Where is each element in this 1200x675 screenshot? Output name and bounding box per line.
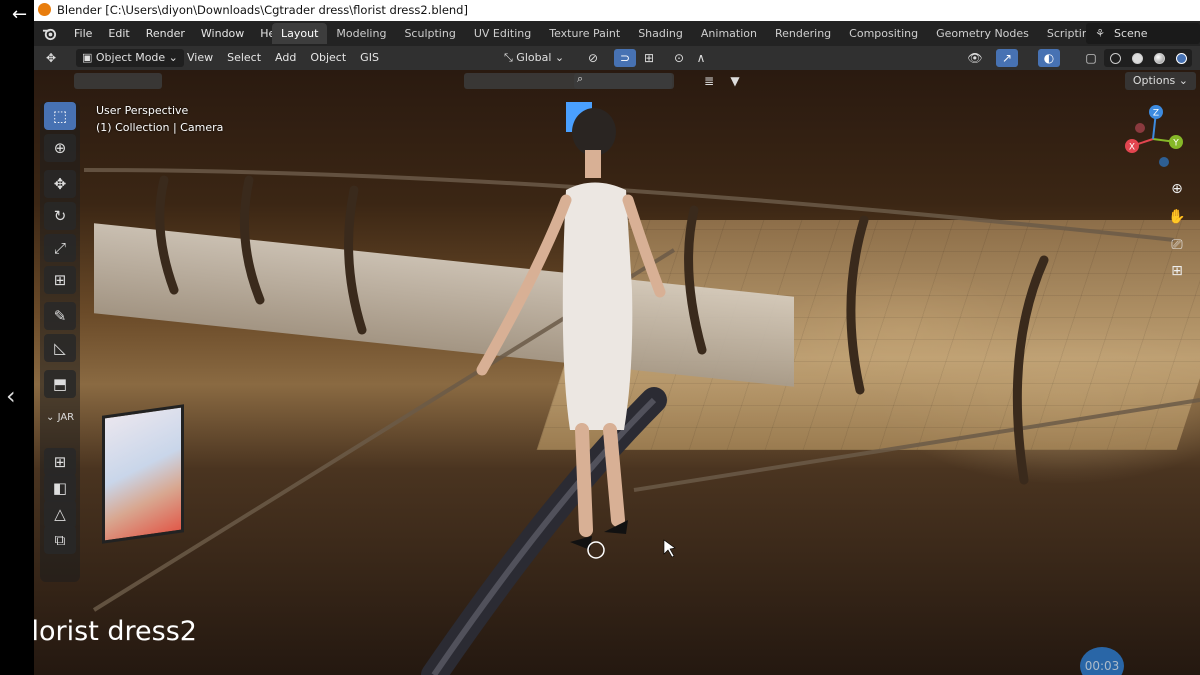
scene-selector[interactable]: ⚘ Scene	[1086, 23, 1200, 44]
scene-geometry	[83, 108, 1200, 675]
tab-uv-editing[interactable]: UV Editing	[465, 23, 540, 44]
header-menus: View Select Add Object GIS	[180, 46, 386, 70]
material-shading-icon[interactable]	[1153, 52, 1165, 64]
transform-orientation-dropdown[interactable]: ⤡ Global ⌄	[504, 49, 564, 67]
grid-toggle-icon[interactable]: ⊞	[1166, 260, 1188, 282]
handrail	[421, 387, 667, 675]
proportional-edit-icon[interactable]: ⊙	[668, 49, 690, 67]
scene-icon: ⚘	[1095, 27, 1105, 40]
solid-shading-icon[interactable]	[1131, 52, 1143, 64]
add-cube-icon[interactable]: ⬒	[44, 370, 76, 398]
menu-render[interactable]: Render	[138, 27, 193, 40]
split-icon[interactable]: ◧	[44, 474, 76, 502]
triangle-icon[interactable]: △	[44, 500, 76, 528]
tab-texture-paint[interactable]: Texture Paint	[540, 23, 629, 44]
rotate-icon[interactable]: ↻	[44, 202, 76, 230]
window-titlebar: Blender [C:\Users\diyon\Downloads\Cgtrad…	[34, 0, 1200, 21]
search-input[interactable]: ⌕	[574, 72, 674, 89]
menu-gis[interactable]: GIS	[353, 46, 386, 70]
falloff-icon[interactable]: ∧	[690, 49, 712, 67]
tab-shading[interactable]: Shading	[629, 23, 692, 44]
viewport-subheader: ⌕ ≣ ▼ Options ⌄	[34, 70, 1200, 92]
tab-compositing[interactable]: Compositing	[840, 23, 927, 44]
shading-mode-group	[1104, 49, 1192, 67]
viewport-info: User Perspective (1) Collection | Camera	[96, 102, 223, 136]
toolgroup-label: JAR	[57, 412, 75, 423]
origin-marker	[587, 541, 605, 559]
search-icon: ⌕	[577, 72, 584, 85]
perspective-label: User Perspective	[96, 104, 189, 117]
tab-rendering[interactable]: Rendering	[766, 23, 840, 44]
cube-icon[interactable]: ⧉	[44, 526, 76, 554]
snap-icon[interactable]: ⊃	[614, 49, 636, 67]
collection-label: (1) Collection | Camera	[96, 121, 224, 134]
transform-icon[interactable]: ⊞	[44, 266, 76, 294]
wireframe-shading-icon[interactable]	[1109, 52, 1121, 64]
move-icon[interactable]: ✥	[44, 170, 76, 198]
scale-icon[interactable]: ⤢	[44, 234, 76, 262]
top-menu-bar: File Edit Render Window Help Layout Mode…	[34, 21, 1200, 46]
rendered-shading-icon[interactable]	[1175, 52, 1187, 64]
toolgroup-header[interactable]: ⌄ JAR	[46, 412, 74, 423]
menu-view[interactable]: View	[180, 46, 220, 70]
orientation-icon: ⤡	[504, 51, 517, 64]
object-mode-icon: ▣	[82, 51, 96, 64]
axis-z-label: Z	[1153, 109, 1159, 119]
options-dropdown[interactable]: Options ⌄	[1124, 72, 1196, 90]
window-title: Blender [C:\Users\diyon\Downloads\Cgtrad…	[57, 3, 468, 17]
video-overlay-title: florist dress2	[34, 616, 197, 647]
axis-y-label: Y	[1172, 139, 1179, 149]
menu-file[interactable]: File	[66, 27, 100, 40]
mouse-cursor-icon	[663, 539, 676, 558]
menu-object[interactable]: Object	[303, 46, 353, 70]
grid-icon[interactable]: ⊞	[44, 448, 76, 476]
measure-icon[interactable]: ◺	[44, 334, 76, 362]
annotate-icon[interactable]: ✎	[44, 302, 76, 330]
xray-toggle-icon[interactable]: ▢	[1080, 49, 1102, 67]
camera-icon[interactable]: ⎚	[1166, 234, 1188, 256]
editor-type-icon[interactable]: ✥	[40, 49, 62, 67]
snap-target-icon[interactable]: ⊞	[638, 49, 660, 67]
scene-name: Scene	[1114, 27, 1148, 40]
tab-layout[interactable]: Layout	[272, 23, 328, 44]
tab-modeling[interactable]: Modeling	[327, 23, 395, 44]
navigation-gizmo[interactable]: X Y Z	[1118, 104, 1188, 174]
screen-left-strip: ← ‹	[0, 0, 34, 675]
menu-add[interactable]: Add	[268, 46, 303, 70]
chevron-down-icon: ⌄	[551, 51, 565, 64]
orientation-label: Global	[516, 51, 552, 64]
chevron-left-icon[interactable]: ‹	[6, 384, 16, 408]
filter-icon[interactable]: ▼	[724, 72, 746, 90]
blender-logo-icon	[38, 3, 51, 16]
mode-label: Object Mode	[95, 51, 166, 64]
visibility-icon[interactable]: 👁	[964, 49, 986, 67]
workspace-tabs: Layout Modeling Sculpting UV Editing Tex…	[272, 23, 1126, 44]
tab-sculpting[interactable]: Sculpting	[395, 23, 464, 44]
pan-hand-icon[interactable]: ✋	[1166, 206, 1188, 228]
axis-x-label: X	[1129, 143, 1135, 153]
mode-dropdown[interactable]: ▣ Object Mode ⌄	[76, 49, 184, 67]
select-box-icon[interactable]: ⬚	[44, 102, 76, 130]
menu-edit[interactable]: Edit	[100, 27, 137, 40]
blender-menu-icon[interactable]	[42, 26, 57, 41]
gizmo-toggle-icon[interactable]: ↗	[996, 49, 1018, 67]
back-arrow-icon[interactable]: ←	[12, 6, 27, 24]
3d-viewport[interactable]: ⌕ ≣ ▼ Options ⌄ ⬚ ⊕ ✥ ↻ ⤢ ⊞ ✎ ◺ ⬒ ⌄ JAR …	[34, 70, 1200, 675]
main-menu: File Edit Render Window Help	[66, 21, 293, 46]
menu-window[interactable]: Window	[193, 27, 252, 40]
overlay-toggle-icon[interactable]: ◐	[1038, 49, 1060, 67]
chevron-down-icon: ⌄	[1175, 74, 1188, 87]
chevron-down-icon: ⌄	[165, 51, 178, 64]
zoom-icon[interactable]: ⊕	[1166, 178, 1188, 200]
options-label: Options	[1132, 74, 1176, 87]
view-layer-filter-icon[interactable]: ≣	[698, 72, 720, 90]
chevron-down-icon: ⌄	[46, 412, 58, 423]
viewport-header: ✥ ▣ Object Mode ⌄ View Select Add Object…	[34, 46, 1200, 70]
pivot-point-icon[interactable]: ⊘	[582, 49, 604, 67]
selection-mode-group[interactable]	[74, 73, 162, 89]
tab-animation[interactable]: Animation	[692, 23, 766, 44]
cursor-icon[interactable]: ⊕	[44, 134, 76, 162]
tab-geometry-nodes[interactable]: Geometry Nodes	[927, 23, 1038, 44]
menu-select[interactable]: Select	[220, 46, 268, 70]
